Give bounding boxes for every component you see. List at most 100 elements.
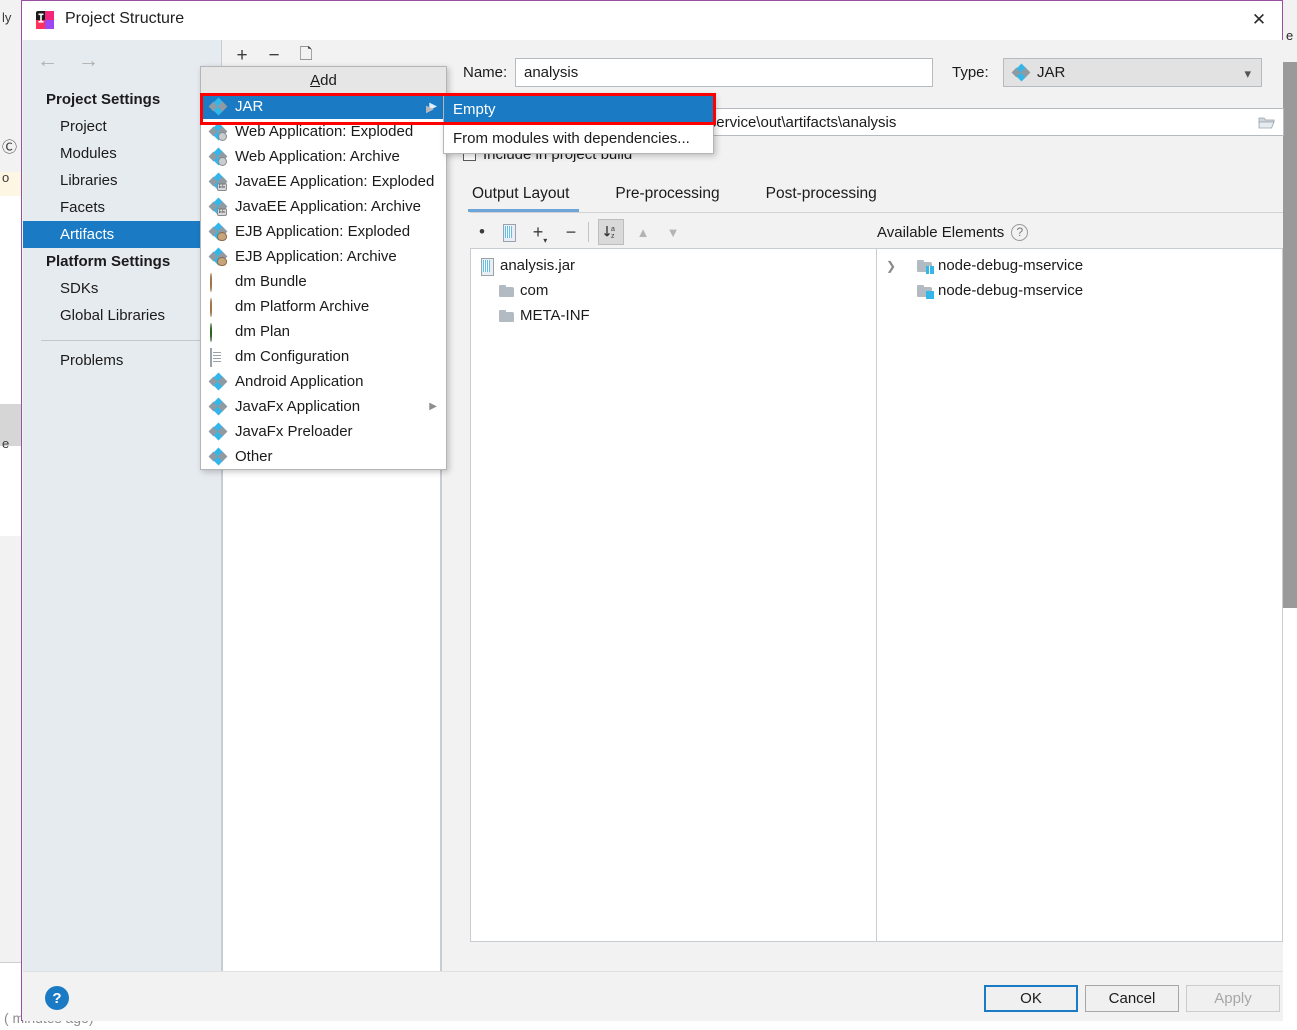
tabs-underline: [470, 212, 1283, 213]
minus-icon[interactable]: −: [262, 44, 286, 68]
tree-node-label: com: [520, 282, 549, 299]
artifact-type-select[interactable]: JAR ▾: [1003, 58, 1262, 87]
menu-item-javaee-application-archive[interactable]: EE JavaEE Application: Archive: [201, 194, 446, 219]
tree-node-label: META-INF: [520, 307, 590, 324]
dialog-title: Project Structure: [65, 10, 185, 27]
question-mark-icon[interactable]: ?: [1011, 223, 1029, 241]
sidebar-item-problems[interactable]: Problems: [23, 347, 222, 374]
menu-item-dm-bundle[interactable]: dm Bundle: [201, 269, 446, 294]
ide-background-right-bottom: [1283, 608, 1297, 1030]
tree-node-com[interactable]: com: [499, 282, 548, 299]
menu-item-ejb-application-exploded[interactable]: EJB Application: Exploded: [201, 219, 446, 244]
type-label: Type:: [952, 64, 989, 81]
sidebar-item-global-libraries[interactable]: Global Libraries: [23, 302, 222, 329]
svg-text:a: a: [611, 226, 615, 233]
dialog-titlebar: Project Structure ✕: [22, 1, 1282, 40]
menu-item-label: JAR: [235, 98, 264, 115]
menu-item-javafx-preloader[interactable]: JavaFx Preloader: [201, 419, 446, 444]
menu-title-rest: dd: [320, 72, 337, 89]
bg-label-o: o: [2, 170, 10, 185]
menu-item-dm-plan[interactable]: dm Plan: [201, 319, 446, 344]
artifact-detail-panel: Name: analysis Type: JAR ▾ v-tool\debug-…: [442, 40, 1284, 1003]
available-node-module[interactable]: node-debug-mservice: [885, 282, 1083, 299]
tree-node-meta-inf[interactable]: META-INF: [499, 307, 590, 324]
jar-artifact-icon: [1011, 63, 1031, 81]
help-icon[interactable]: ?: [45, 986, 69, 1010]
menu-item-dm-configuration[interactable]: dm Configuration: [201, 344, 446, 369]
tab-pre-processing[interactable]: Pre-processing: [613, 181, 741, 212]
menu-item-label: Android Application: [235, 373, 364, 390]
close-icon[interactable]: ✕: [1236, 1, 1282, 39]
javafx-artifact-icon: [208, 397, 228, 415]
ejb-archive-icon: [208, 247, 228, 266]
toolbar-divider: [588, 222, 589, 242]
tab-post-processing[interactable]: Post-processing: [764, 181, 899, 212]
other-artifact-icon: [208, 447, 228, 465]
output-layout-tree[interactable]: analysis.jar com META-INF: [470, 248, 877, 942]
android-artifact-icon: [208, 372, 228, 390]
menu-item-jar[interactable]: JAR ▶: [201, 94, 446, 119]
menu-item-label: EJB Application: Exploded: [235, 223, 411, 240]
menu-item-label: Web Application: Archive: [235, 148, 400, 165]
cancel-button[interactable]: Cancel: [1085, 985, 1179, 1012]
artifact-name-input[interactable]: analysis: [515, 58, 933, 87]
jar-artifact-icon: [208, 97, 228, 115]
arrow-left-icon[interactable]: ←: [37, 50, 58, 71]
tab-output-layout[interactable]: Output Layout: [467, 181, 591, 212]
submenu-item-from-modules-with-dependencies[interactable]: From modules with dependencies...: [444, 124, 713, 153]
menu-item-web-application-exploded[interactable]: Web Application: Exploded: [201, 119, 446, 144]
folder-icon: [499, 284, 514, 297]
available-node-module-output[interactable]: ❯ node-debug-mservice: [885, 257, 1083, 274]
jar-submenu: ▶ Empty From modules with dependencies..…: [426, 94, 714, 154]
menu-item-ejb-application-archive[interactable]: EJB Application: Archive: [201, 244, 446, 269]
sidebar-item-libraries[interactable]: Libraries: [23, 167, 222, 194]
move-up-icon[interactable]: ▲: [632, 219, 654, 245]
sidebar-item-artifacts[interactable]: Artifacts: [23, 221, 222, 248]
dm-bundle-icon: [210, 272, 226, 292]
menu-item-label: Other: [235, 448, 273, 465]
menu-item-javaee-application-exploded[interactable]: EE JavaEE Application: Exploded: [201, 169, 446, 194]
bg-label-ly: ly: [2, 10, 12, 25]
menu-item-other[interactable]: Other: [201, 444, 446, 469]
plus-dropdown-icon[interactable]: + ▾: [527, 219, 553, 246]
menu-item-web-application-archive[interactable]: Web Application: Archive: [201, 144, 446, 169]
detail-tabs: Output Layout Pre-processing Post-proces…: [467, 181, 921, 212]
plus-icon[interactable]: +: [230, 44, 254, 68]
copy-icon[interactable]: 🗋: [294, 44, 318, 68]
javaee-exploded-icon: EE: [208, 172, 228, 191]
create-archive-icon[interactable]: [497, 219, 519, 245]
menu-item-dm-platform-archive[interactable]: dm Platform Archive: [201, 294, 446, 319]
submenu-item-empty[interactable]: ▶ Empty: [426, 95, 713, 124]
available-elements-tree[interactable]: ❯ node-debug-mservice node-debug-mservic…: [877, 248, 1283, 942]
tree-node-analysis-jar[interactable]: analysis.jar: [479, 257, 575, 276]
ide-background-right-strip: [1283, 62, 1297, 608]
dm-configuration-icon: [210, 347, 226, 367]
folder-open-icon[interactable]: [1258, 115, 1275, 130]
available-elements-title: Available Elements: [877, 223, 1005, 241]
menu-item-label: JavaEE Application: Exploded: [235, 173, 435, 190]
jar-icon: [479, 257, 494, 276]
dialog-footer: ? OK Cancel Apply: [23, 971, 1283, 1021]
menu-item-label: dm Platform Archive: [235, 298, 370, 315]
move-down-icon[interactable]: ▼: [662, 219, 684, 245]
extract-into-icon[interactable]: •: [471, 219, 493, 245]
sidebar-item-modules[interactable]: Modules: [23, 140, 222, 167]
sidebar-item-sdks[interactable]: SDKs: [23, 275, 222, 302]
sidebar-item-project[interactable]: Project: [23, 113, 222, 140]
available-node-label: node-debug-mservice: [938, 282, 1084, 299]
sort-alphabetically-icon[interactable]: az: [598, 219, 624, 245]
chevron-right-icon[interactable]: ❯: [885, 259, 897, 273]
menu-item-javafx-application[interactable]: JavaFx Application ▶: [201, 394, 446, 419]
apply-button: Apply: [1186, 985, 1280, 1012]
minus-icon[interactable]: −: [560, 219, 582, 245]
name-label: Name:: [463, 64, 508, 81]
sidebar-item-facets[interactable]: Facets: [23, 194, 222, 221]
arrow-right-icon[interactable]: →: [78, 50, 99, 71]
artifact-type-value: JAR: [1037, 64, 1066, 81]
menu-item-android-application[interactable]: Android Application: [201, 369, 446, 394]
chevron-right-icon: ▶: [426, 104, 434, 115]
menu-title: Add: [201, 67, 446, 94]
javafx-artifact-icon: [208, 422, 228, 440]
web-archive-icon: [208, 147, 228, 166]
ok-button[interactable]: OK: [984, 985, 1078, 1012]
